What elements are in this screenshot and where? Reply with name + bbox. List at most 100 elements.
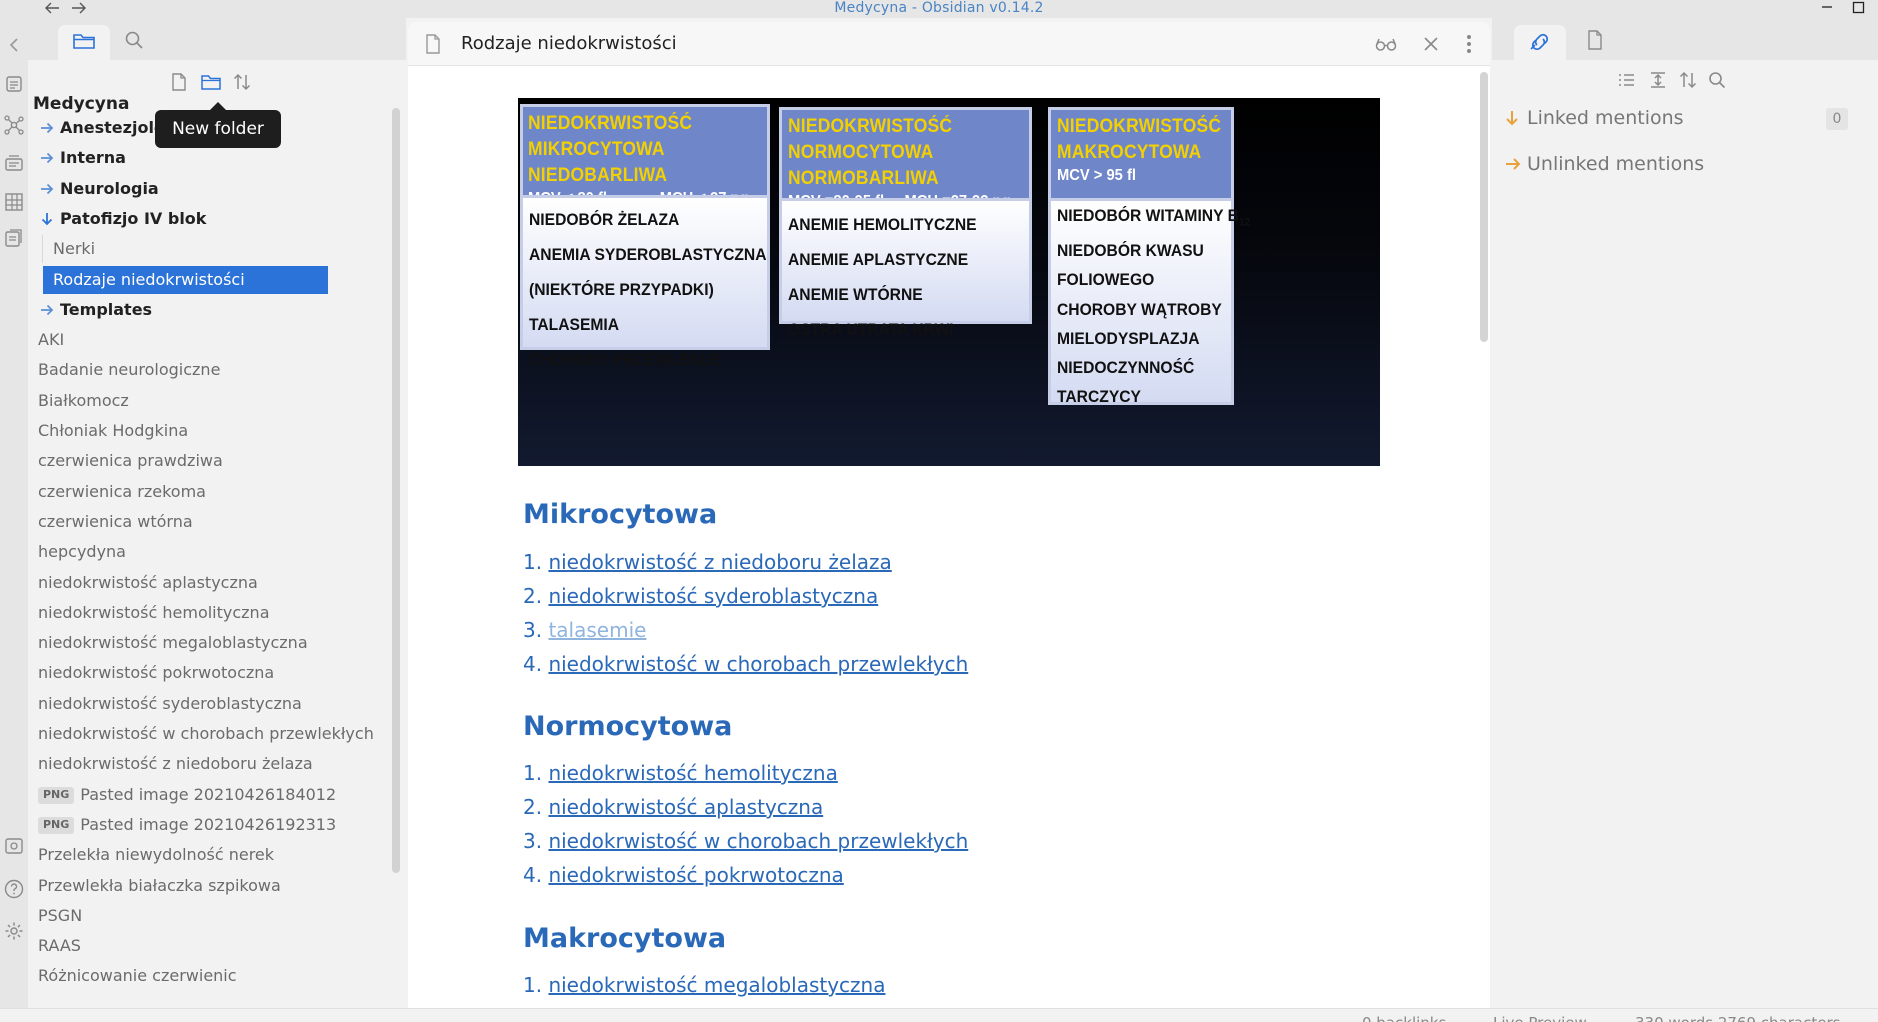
help-icon[interactable]	[3, 878, 25, 900]
collapse-sidebar-icon[interactable]	[6, 36, 22, 54]
tree-file[interactable]: RAAS	[28, 932, 388, 960]
tree-file[interactable]: niedokrwistość syderoblastyczna	[28, 690, 388, 718]
tree-folder[interactable]: Patofizjo IV blok	[28, 205, 388, 233]
tab-files[interactable]	[58, 25, 110, 60]
panel-title-line: MAKROCYTOWA	[1057, 142, 1202, 163]
tree-file[interactable]: Przewlekła białaczka szpikowa	[28, 872, 388, 900]
chevron-right-icon[interactable]	[40, 151, 54, 165]
note-title[interactable]: Rodzaje niedokrwistości	[461, 32, 677, 56]
sort-icon[interactable]	[1678, 70, 1698, 90]
collapse-results-icon[interactable]	[1616, 70, 1636, 90]
panel-row: OSTRA UTRATA KRWI	[788, 320, 954, 339]
internal-link[interactable]: niedokrwistość megaloblastyczna	[548, 973, 885, 997]
tree-file-active[interactable]: Rodzaje niedokrwistości	[43, 266, 328, 294]
status-backlinks[interactable]: 0 backlinks	[1362, 1014, 1446, 1022]
tree-file[interactable]: niedokrwistość z niedoboru żelaza	[28, 750, 388, 778]
internal-link[interactable]: niedokrwistość syderoblastyczna	[548, 584, 878, 608]
internal-link[interactable]: niedokrwistość w chorobach przewlekłych	[548, 652, 968, 676]
chevron-right-icon[interactable]	[40, 182, 54, 196]
tree-file[interactable]: PNG Pasted image 20210426184012	[28, 781, 388, 809]
tree-file[interactable]: niedokrwistość w chorobach przewlekłych	[28, 720, 388, 748]
tree-file[interactable]: czerwienica wtórna	[28, 508, 388, 536]
vault-name[interactable]: Medycyna	[33, 93, 129, 115]
section-heading[interactable]: Makrocytowa	[523, 922, 726, 956]
list-number: 1.	[523, 761, 543, 785]
tree-file[interactable]: czerwienica rzekoma	[28, 478, 388, 506]
canvas-grid-icon[interactable]	[3, 191, 25, 213]
tree-file[interactable]: hepcydyna	[28, 538, 388, 566]
tree-item-label: Nerki	[53, 239, 96, 258]
list-number: 2.	[523, 584, 543, 608]
more-options-icon[interactable]	[1466, 33, 1472, 55]
tree-file[interactable]: PSGN	[28, 902, 388, 930]
internal-link[interactable]: niedokrwistość w chorobach przewlekłych	[548, 829, 968, 853]
tree-file[interactable]: niedokrwistość aplastyczna	[28, 569, 388, 597]
tree-item-label: niedokrwistość w chorobach przewlekłych	[38, 724, 374, 743]
internal-link[interactable]: niedokrwistość pokrwotoczna	[548, 863, 843, 887]
panel-title-line: NORMOBARLIWA	[788, 168, 939, 189]
unresolved-link[interactable]: talasemie	[548, 618, 646, 642]
maximize-icon[interactable]	[1852, 1, 1866, 15]
tree-file[interactable]: czerwienica prawdziwa	[28, 447, 388, 475]
new-note-button[interactable]	[170, 72, 188, 92]
tree-file[interactable]: AKI	[28, 326, 388, 354]
templates-icon[interactable]	[4, 228, 24, 248]
graph-view-icon[interactable]	[3, 114, 25, 136]
new-folder-button[interactable]	[200, 72, 222, 92]
search-icon[interactable]	[1707, 70, 1727, 90]
settings-gear-icon[interactable]	[3, 920, 25, 942]
panel-row: NIEDOBÓR KWASU	[1057, 241, 1204, 261]
tree-file[interactable]: niedokrwistość pokrwotoczna	[28, 659, 388, 687]
close-icon[interactable]	[1422, 35, 1440, 53]
tree-item-label: Patofizjo IV blok	[60, 209, 207, 228]
editor-scrollbar[interactable]	[1480, 72, 1488, 342]
tree-file[interactable]: Przelekła niewydolność nerek	[28, 841, 388, 869]
tree-item-label: Templates	[60, 300, 153, 319]
tree-file[interactable]: niedokrwistość megaloblastyczna	[28, 629, 388, 657]
tab-backlinks[interactable]	[1514, 25, 1566, 60]
file-type-badge: PNG	[38, 787, 75, 804]
show-more-context-icon[interactable]	[1648, 70, 1668, 90]
section-heading[interactable]: Normocytowa	[523, 710, 732, 744]
status-editor-mode[interactable]: Live Preview	[1493, 1014, 1587, 1022]
new-folder-icon	[201, 75, 221, 90]
internal-link[interactable]: niedokrwistość z niedoboru żelaza	[548, 550, 891, 574]
tree-file[interactable]: Chłoniak Hodgkina	[28, 417, 388, 445]
right-tab-header	[1492, 18, 1878, 60]
tab-outline[interactable]	[1586, 29, 1604, 51]
tree-file[interactable]: niedokrwistość hemolityczna	[28, 599, 388, 627]
tab-search[interactable]	[124, 30, 144, 50]
internal-link[interactable]: niedokrwistość aplastyczna	[548, 795, 823, 819]
chevron-right-icon[interactable]	[40, 303, 54, 317]
tree-file[interactable]: Różnicowanie czerwienic	[28, 962, 388, 990]
explorer-scrollbar[interactable]	[392, 108, 400, 873]
expanded-arrow-icon[interactable]	[1504, 109, 1520, 127]
chevron-down-icon[interactable]	[40, 212, 54, 226]
quick-switcher-icon[interactable]	[4, 74, 24, 94]
tree-item-label: czerwienica prawdziwa	[38, 451, 223, 470]
internal-link[interactable]: niedokrwistość hemolityczna	[548, 761, 837, 785]
tree-item-label: Chłoniak Hodgkina	[38, 421, 189, 440]
collapsed-arrow-icon[interactable]	[1504, 156, 1522, 172]
file-icon	[424, 33, 442, 55]
slides-icon[interactable]	[4, 154, 24, 174]
sort-button[interactable]	[232, 72, 252, 92]
list-number: 4.	[523, 863, 543, 887]
reading-view-icon[interactable]	[1374, 35, 1398, 53]
tree-file[interactable]: Badanie neurologiczne	[28, 356, 388, 384]
tree-file[interactable]: Nerki	[42, 235, 327, 263]
tree-folder[interactable]: Templates	[28, 296, 388, 324]
section-heading[interactable]: Mikrocytowa	[523, 498, 717, 532]
unlinked-mentions-header[interactable]: Unlinked mentions	[1527, 151, 1704, 177]
status-word-count: 330 words 2769 characters	[1635, 1014, 1840, 1022]
linked-count-badge: 0	[1826, 108, 1848, 130]
tree-folder[interactable]: Interna	[28, 144, 388, 172]
tree-file[interactable]: PNG Pasted image 20210426192313	[28, 811, 388, 839]
tree-file[interactable]: Białkomocz	[28, 387, 388, 415]
tree-folder[interactable]: Neurologia	[28, 175, 388, 203]
minimize-icon[interactable]	[1820, 0, 1834, 14]
linked-mentions-header[interactable]: Linked mentions	[1527, 105, 1684, 131]
open-vault-icon[interactable]	[4, 836, 24, 856]
tree-item-label: Rodzaje niedokrwistości	[53, 270, 245, 289]
chevron-right-icon[interactable]	[40, 121, 54, 135]
